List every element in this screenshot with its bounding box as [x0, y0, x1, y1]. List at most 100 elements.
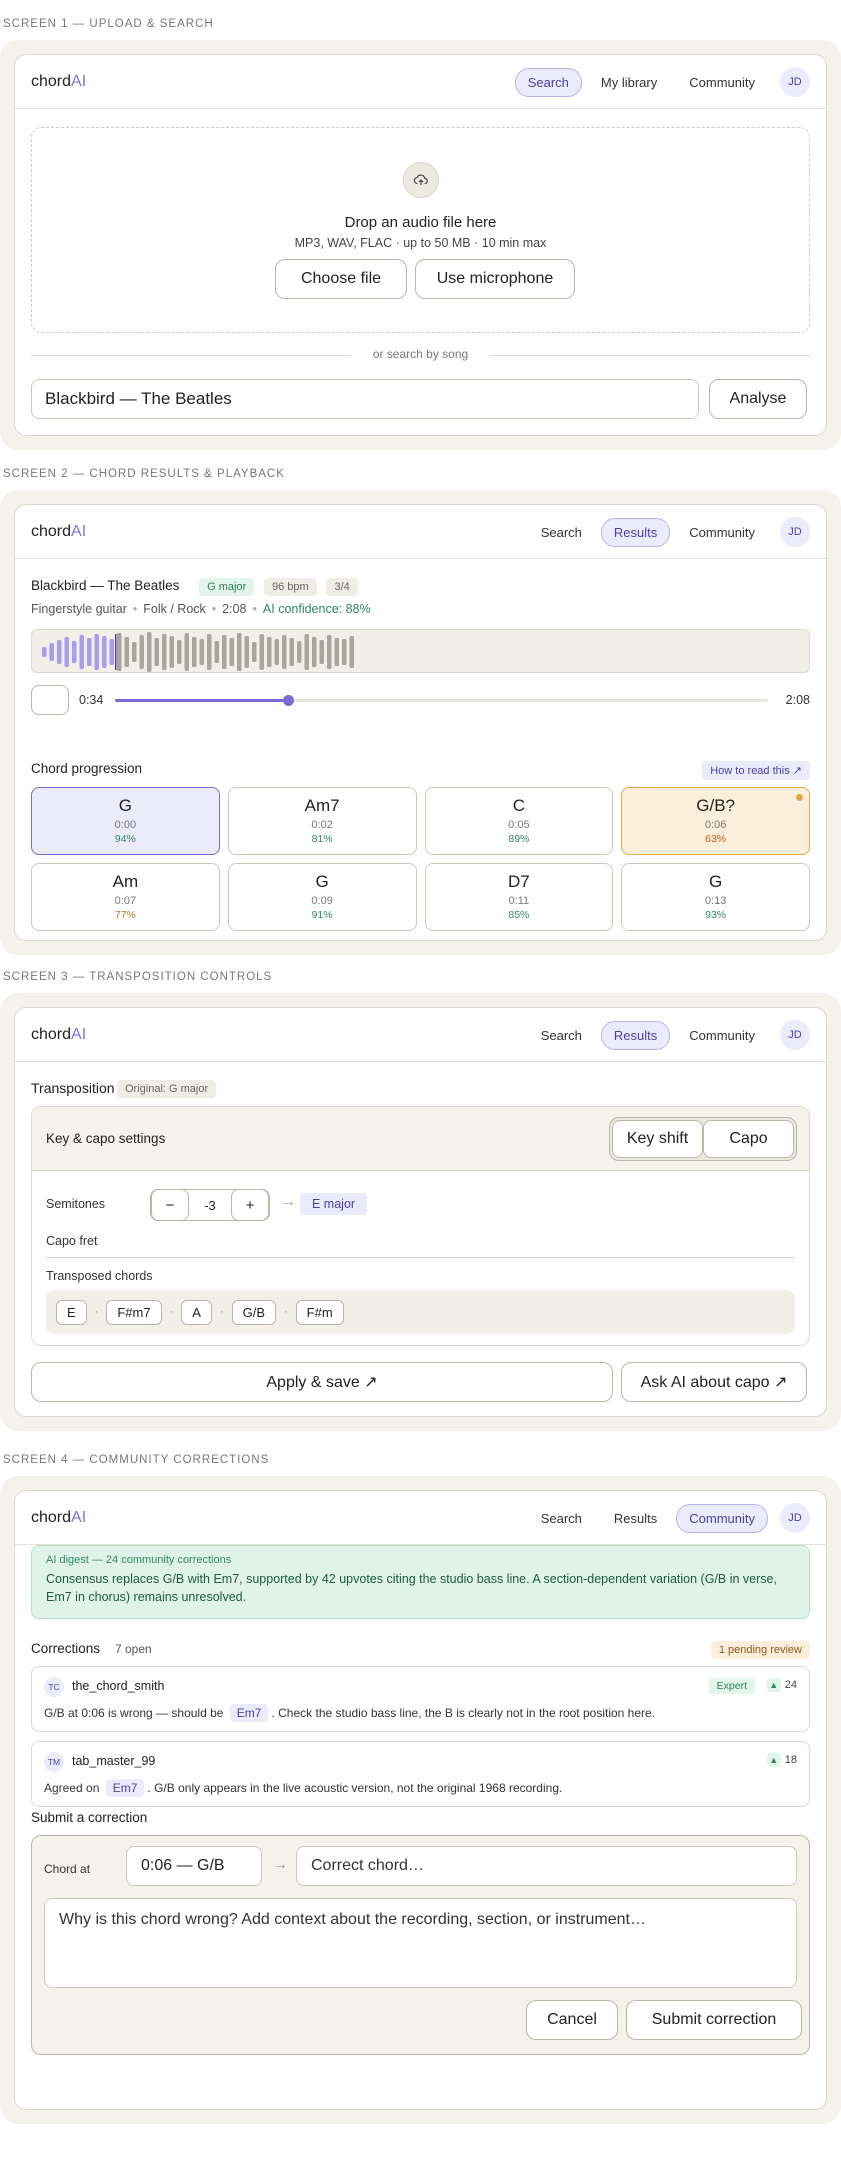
logo[interactable]: chordAI: [31, 73, 86, 91]
nav-my-library[interactable]: My library: [588, 68, 670, 97]
playback-slider[interactable]: [115, 695, 768, 706]
waveform-bar: [57, 640, 62, 664]
waveform-bar: [312, 637, 317, 667]
logo[interactable]: chordAI: [31, 1509, 86, 1527]
waveform-bar: [229, 638, 234, 666]
drop-zone[interactable]: Drop an audio file here MP3, WAV, FLAC ·…: [31, 127, 810, 333]
chord-name: Am: [112, 872, 139, 891]
nav-community[interactable]: Community: [676, 1503, 768, 1533]
upvote-icon: ▲: [766, 1753, 781, 1767]
section-label-screen1: SCREEN 1 — UPLOAD & SEARCH: [3, 18, 214, 30]
semitones-value[interactable]: -3: [189, 1198, 231, 1213]
chord-card[interactable]: G 0:09 91%: [227, 863, 417, 931]
username[interactable]: the_chord_smith: [72, 1679, 164, 1693]
transposed-chord-chip[interactable]: A: [181, 1299, 212, 1325]
transposed-chord-chip[interactable]: F#m7: [106, 1299, 162, 1325]
chord-at-select[interactable]: 0:06 — G/B: [126, 1846, 262, 1886]
waveform-bar: [124, 637, 129, 667]
nav-results[interactable]: Results: [600, 517, 671, 547]
waveform-bar: [244, 636, 249, 668]
apply-save-button[interactable]: Apply & save ↗: [31, 1362, 613, 1402]
submit-title: Submit a correction: [31, 1810, 148, 1825]
key-shift-tab[interactable]: Key shift: [612, 1120, 703, 1158]
cancel-button[interactable]: Cancel: [526, 2000, 618, 2040]
waveform-bar: [154, 638, 159, 666]
reason-textarea[interactable]: Why is this chord wrong? Add context abo…: [44, 1898, 797, 1988]
chord-confidence: 94%: [114, 833, 136, 845]
divider: [46, 1257, 795, 1258]
capo-tab[interactable]: Capo: [703, 1120, 794, 1158]
results-card: chordAI Search Results Community JD Blac…: [14, 504, 827, 941]
top-bar: chordAI Search Results Community JD: [15, 1491, 826, 1545]
avatar[interactable]: JD: [780, 517, 810, 547]
nav-community[interactable]: Community: [676, 68, 768, 97]
key-capo-panel: Key & capo settings Key shift Capo Semit…: [31, 1106, 810, 1346]
or-search-label: or search by song: [364, 347, 477, 361]
use-microphone-button[interactable]: Use microphone: [415, 259, 575, 299]
nav-search[interactable]: Search: [528, 1504, 595, 1533]
waveform-bar: [94, 634, 99, 670]
nav-search[interactable]: Search: [514, 67, 582, 97]
chord-card[interactable]: G/B? 0:06 63%: [621, 787, 810, 855]
avatar[interactable]: JD: [780, 1020, 810, 1050]
logo[interactable]: chordAI: [31, 1026, 86, 1044]
waveform-bar: [192, 637, 197, 667]
nav-community[interactable]: Community: [676, 518, 768, 547]
chord-card[interactable]: D7 0:11 85%: [424, 863, 614, 931]
chord-name: G: [709, 872, 723, 891]
upvote-button[interactable]: ▲ 24: [766, 1678, 797, 1692]
ask-ai-capo-button[interactable]: Ask AI about capo ↗: [621, 1362, 807, 1402]
transposed-chord-chip[interactable]: F#m: [295, 1299, 344, 1325]
nav-search[interactable]: Search: [528, 1021, 595, 1050]
how-to-read-link[interactable]: How to read this ↗: [702, 761, 810, 780]
screen3-shell: chordAI Search Results Community JD Tran…: [0, 993, 841, 1431]
analyse-button[interactable]: Analyse: [709, 379, 807, 419]
capo-fret-label: Capo fret: [46, 1234, 98, 1248]
submit-correction-button[interactable]: Submit correction: [626, 2000, 802, 2040]
waveform-bar: [184, 633, 189, 671]
nav-community[interactable]: Community: [676, 1021, 768, 1050]
top-bar: chordAI Search My library Community JD: [15, 55, 826, 109]
increment-button[interactable]: +: [231, 1189, 269, 1221]
logo[interactable]: chordAI: [31, 523, 86, 541]
nav-search[interactable]: Search: [528, 518, 595, 547]
result-key: E major: [300, 1193, 368, 1215]
correct-chord-input[interactable]: Correct chord…: [296, 1846, 797, 1886]
nav: Search My library Community JD: [514, 67, 810, 97]
username[interactable]: tab_master_99: [72, 1754, 155, 1768]
waveform-bar: [169, 636, 174, 668]
transposed-chords: E · F#m7 · A · G/B · F#m: [46, 1290, 795, 1334]
play-button[interactable]: [31, 685, 69, 715]
chord-card[interactable]: Am7 0:02 81%: [227, 787, 417, 855]
upvote-button[interactable]: ▲ 18: [766, 1753, 797, 1767]
corrections-title: Corrections: [31, 1641, 101, 1656]
waveform-bar: [64, 637, 69, 667]
transposed-chord-chip[interactable]: E: [56, 1299, 87, 1325]
chord-card[interactable]: G 0:00 94%: [31, 787, 220, 855]
chord-card[interactable]: C 0:05 89%: [424, 787, 614, 855]
time-signature-tag: 3/4: [326, 578, 358, 596]
transposed-chord-chip[interactable]: G/B: [231, 1299, 276, 1325]
ai-confidence: AI confidence: 88%: [262, 602, 371, 616]
decrement-button[interactable]: −: [151, 1189, 189, 1221]
song-search-input[interactable]: Blackbird — The Beatles: [31, 379, 699, 419]
avatar[interactable]: JD: [780, 1503, 810, 1533]
chord-confidence: 91%: [311, 909, 333, 921]
semitones-stepper: − -3 +: [150, 1189, 270, 1221]
chord-card[interactable]: G 0:13 93%: [621, 863, 810, 931]
waveform-bars: [42, 632, 354, 672]
avatar[interactable]: JD: [780, 67, 810, 97]
nav: Search Results Community JD: [528, 517, 810, 547]
drop-subtitle: MP3, WAV, FLAC · up to 50 MB · 10 min ma…: [294, 236, 547, 250]
choose-file-button[interactable]: Choose file: [275, 259, 407, 299]
playback-handle[interactable]: [283, 695, 295, 706]
chord-confidence: 63%: [705, 833, 727, 845]
waveform-bar: [72, 641, 77, 663]
chord-card[interactable]: Am 0:07 77%: [31, 863, 220, 931]
nav-results[interactable]: Results: [600, 1020, 671, 1050]
nav-results[interactable]: Results: [601, 1504, 670, 1533]
transposed-label: Transposed chords: [46, 1269, 153, 1283]
submit-correction-form: Chord at 0:06 — G/B → Correct chord… Why…: [31, 1835, 810, 2055]
chord-time: 0:07: [114, 895, 137, 907]
waveform[interactable]: [31, 629, 810, 673]
